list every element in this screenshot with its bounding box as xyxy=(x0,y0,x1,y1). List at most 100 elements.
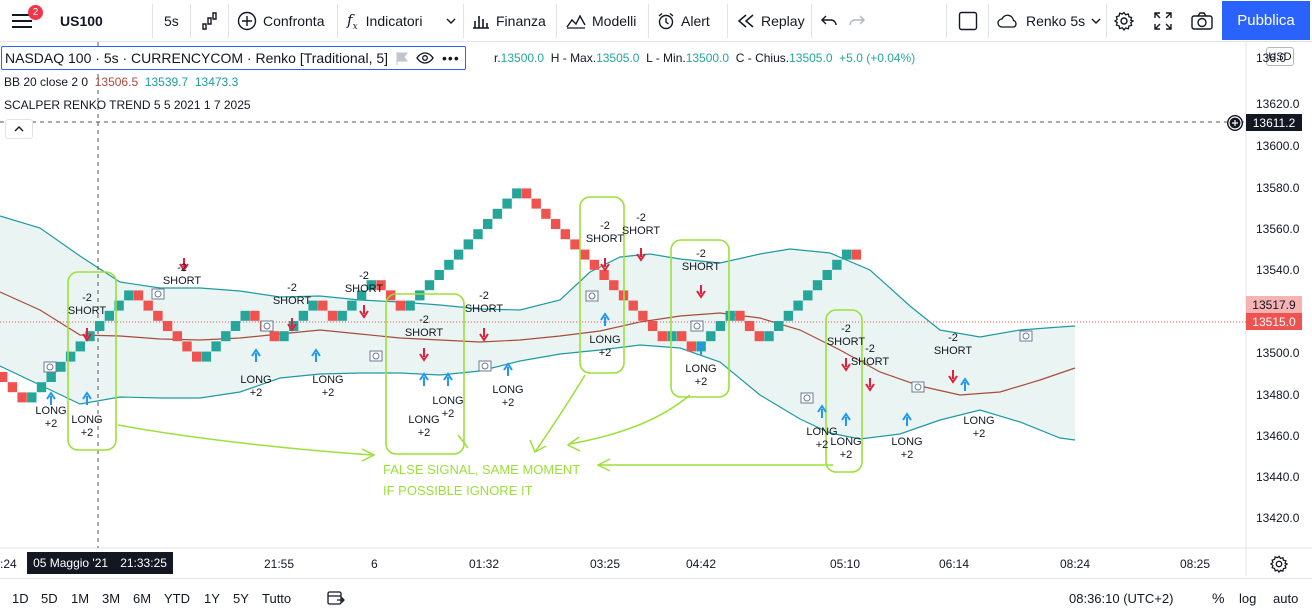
long-signal-label: LONG +2 xyxy=(71,414,103,439)
flag-icon[interactable] xyxy=(396,51,409,65)
notification-badge: 2 xyxy=(28,5,43,20)
annotation-arrow xyxy=(566,394,691,452)
range-button-5y[interactable]: 5Y xyxy=(233,579,249,616)
long-signal-label: LONG +2 xyxy=(589,334,621,359)
long-arrow xyxy=(443,372,453,386)
symbol-search[interactable]: US100 xyxy=(60,0,103,42)
price-label: 13440.0 xyxy=(1256,470,1300,484)
renko-brick xyxy=(327,310,338,321)
fullscreen-button[interactable] xyxy=(1154,0,1172,42)
renko-brick xyxy=(841,249,852,260)
low-value: 13500.0 xyxy=(685,51,730,65)
log-toggle[interactable]: log xyxy=(1239,579,1256,616)
snapshot-button[interactable] xyxy=(1191,0,1213,42)
interval-button[interactable]: 5s xyxy=(164,0,179,42)
undo-button[interactable] xyxy=(820,0,838,42)
renko-brick xyxy=(172,331,182,342)
auto-toggle[interactable]: auto xyxy=(1273,579,1298,616)
renko-brick xyxy=(560,229,570,240)
renko-brick xyxy=(434,270,444,280)
high-label: H - Max. xyxy=(550,51,597,65)
range-button-3m[interactable]: 3M xyxy=(102,579,120,616)
renko-brick xyxy=(75,341,85,352)
redo-button[interactable] xyxy=(848,0,866,42)
price-label: 13420.0 xyxy=(1256,511,1300,525)
bar-chart-icon xyxy=(473,16,489,29)
range-button-1d[interactable]: 1D xyxy=(12,579,29,616)
bollinger-legend[interactable]: BB 20 close 2 0 13506.5 13539.7 13473.3 xyxy=(4,75,238,89)
renko-brick xyxy=(686,341,697,352)
financials-button[interactable]: Finanza xyxy=(472,0,546,42)
chart-style-button[interactable] xyxy=(200,0,218,42)
compare-button[interactable]: Confronta xyxy=(237,0,324,42)
short-signal-label: -2 SHORT xyxy=(933,332,973,357)
add-alert-button[interactable] xyxy=(1227,115,1243,131)
upper-price-tag: 13517.9 xyxy=(1246,296,1302,313)
fx-icon: fx xyxy=(347,10,358,32)
chart-type-button[interactable]: Renko 5s xyxy=(996,0,1101,42)
chart-type-label: Renko 5s xyxy=(1026,13,1086,29)
alert-button[interactable]: Alert xyxy=(657,0,710,42)
collapse-legend-button[interactable] xyxy=(5,119,33,139)
last-price-tag: 13515.0 xyxy=(1246,313,1302,330)
short-signal-label: -2 SHORT xyxy=(850,343,890,368)
renko-chart[interactable] xyxy=(0,42,1312,576)
symbol-legend[interactable]: NASDAQ 100 · 5s · CURRENCYCOM · Renko [T… xyxy=(1,46,466,70)
range-button-1m[interactable]: 1M xyxy=(71,579,89,616)
clock-timezone[interactable]: 08:36:10 (UTC+2) xyxy=(1069,579,1173,616)
annotation-line-2: IF POSSIBLE IGNORE IT xyxy=(383,483,533,498)
gear-icon xyxy=(1114,11,1134,31)
renko-brick xyxy=(27,392,37,403)
symbol-title: NASDAQ 100 · 5s · CURRENCYCOM · Renko [T… xyxy=(5,50,389,66)
close-label: C - Chius. xyxy=(735,51,790,65)
range-button-1y[interactable]: 1Y xyxy=(204,579,220,616)
renko-brick xyxy=(570,239,580,250)
renko-brick xyxy=(609,280,619,291)
axis-settings-button[interactable] xyxy=(1269,555,1289,578)
renko-brick xyxy=(211,341,221,352)
menu-button[interactable]: 2 xyxy=(0,0,44,42)
more-icon[interactable]: ••• xyxy=(442,50,460,66)
time-label: :24 xyxy=(0,557,17,571)
renko-brick xyxy=(221,331,231,342)
renko-brick xyxy=(279,331,289,342)
annotation-line-1: FALSE SIGNAL, SAME MOMENT xyxy=(383,462,581,477)
price-label: 13580.0 xyxy=(1256,181,1300,195)
renko-brick xyxy=(550,219,561,229)
settings-button[interactable] xyxy=(1114,0,1134,42)
renko-brick xyxy=(677,331,687,342)
redo-icon xyxy=(849,15,865,26)
renko-brick xyxy=(764,331,774,342)
scalper-legend[interactable]: SCALPER RENKO TREND 5 5 2021 1 7 2025 xyxy=(4,98,251,112)
renko-brick xyxy=(638,310,648,321)
range-button-5d[interactable]: 5D xyxy=(41,579,58,616)
crosshair-time: 21:33:25 xyxy=(120,556,167,570)
range-button-ytd[interactable]: YTD xyxy=(164,579,190,616)
long-signal-label: LONG +2 xyxy=(312,374,344,399)
renko-brick xyxy=(424,280,435,291)
renko-brick xyxy=(182,341,192,352)
long-signal-label: LONG +2 xyxy=(432,395,464,420)
short-signal-label: -2 SHORT xyxy=(464,290,504,315)
range-button-6m[interactable]: 6M xyxy=(133,579,151,616)
indicators-dropdown[interactable] xyxy=(446,0,456,42)
percent-toggle[interactable]: % xyxy=(1212,579,1224,616)
alert-label: Alert xyxy=(681,13,710,29)
eye-icon[interactable] xyxy=(416,52,434,64)
chart-pane[interactable] xyxy=(0,42,1312,576)
long-arrow xyxy=(503,362,513,376)
replay-button[interactable]: Replay xyxy=(737,0,805,42)
renko-brick xyxy=(483,219,493,229)
renko-brick xyxy=(7,382,18,393)
candles-icon xyxy=(202,12,217,30)
renko-brick xyxy=(453,249,464,260)
range-button-tutto[interactable]: Tutto xyxy=(262,579,291,616)
goto-date-button[interactable] xyxy=(327,579,345,616)
indicators-button[interactable]: fx Indicatori xyxy=(347,0,422,42)
templates-button[interactable]: Modelli xyxy=(566,0,636,42)
layout-button[interactable] xyxy=(958,0,978,42)
publish-button[interactable]: Pubblica xyxy=(1222,1,1310,40)
renko-brick xyxy=(230,321,241,331)
renko-brick xyxy=(133,290,144,301)
renko-brick xyxy=(318,300,328,311)
